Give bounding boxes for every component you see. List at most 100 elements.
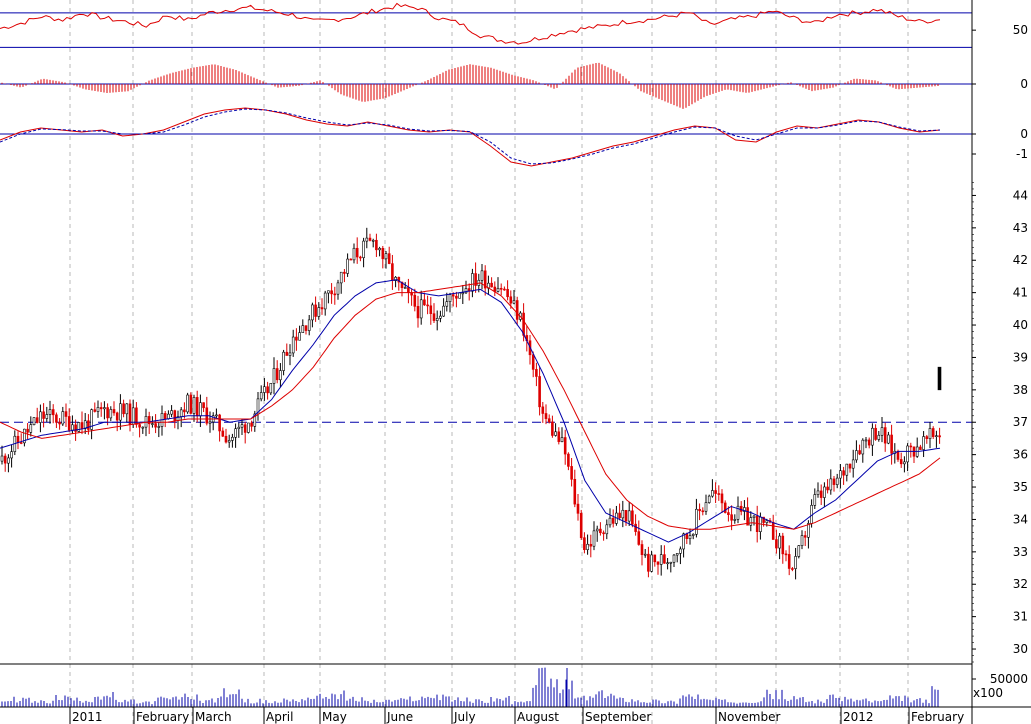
candle-body <box>627 510 631 522</box>
candle-body <box>202 402 205 409</box>
candle-body <box>592 530 596 547</box>
price-tick-label: 43 <box>1013 221 1028 235</box>
candle-body <box>378 248 381 251</box>
price-tick-label: 39 <box>1013 350 1028 364</box>
candle-body <box>106 407 109 419</box>
price-tick-label: 34 <box>1013 512 1028 526</box>
candle-body <box>640 544 644 556</box>
candle-body <box>899 459 903 465</box>
candle-body <box>599 528 602 534</box>
candle-body <box>224 435 228 443</box>
candle-body <box>71 424 74 431</box>
candle-body <box>80 422 84 429</box>
candle-body <box>167 413 170 420</box>
price-tick-label: 31 <box>1013 610 1028 624</box>
candle-body <box>448 294 452 303</box>
stock-chart: 50 0 0 -1 44 43 42 41 40 39 38 37 36 35 34 33 32 31 30 5000… <box>0 0 1031 724</box>
candle-body <box>432 313 436 321</box>
candle-body <box>557 431 561 442</box>
candle-body <box>531 354 535 370</box>
candle-body <box>471 273 474 292</box>
candle-body <box>451 294 455 297</box>
candle-body <box>551 421 554 436</box>
candle-body <box>323 292 327 310</box>
candle-body <box>208 421 212 424</box>
candle-body <box>218 414 221 432</box>
candle-body <box>621 509 625 519</box>
candle-body <box>250 422 253 427</box>
candle-body <box>589 543 593 547</box>
candle-body <box>890 434 893 454</box>
candle-body <box>586 543 589 551</box>
price-tick-label: 35 <box>1013 480 1028 494</box>
candle-body <box>861 439 865 455</box>
candle-body <box>935 435 938 437</box>
macd-tick-label: 0 <box>1020 127 1028 141</box>
candle-body <box>362 240 365 258</box>
candle-body <box>349 258 353 261</box>
candle-body <box>346 258 349 274</box>
candle-body <box>429 305 433 314</box>
candle-body <box>739 505 743 512</box>
candle-body <box>103 407 106 410</box>
candle-body <box>266 386 269 394</box>
candle-body <box>643 553 647 556</box>
candle-body <box>829 478 833 491</box>
candle-body <box>611 517 615 524</box>
candle-body <box>445 301 449 307</box>
candle-body <box>579 513 583 539</box>
candle-body <box>842 470 845 476</box>
candle-body <box>163 413 167 420</box>
candle-body <box>845 463 849 476</box>
candle-body <box>199 402 202 417</box>
candle-body <box>170 410 173 415</box>
candle-body <box>871 427 874 446</box>
candle-body <box>765 520 769 523</box>
candle-body <box>909 445 913 448</box>
candle-body <box>26 428 29 433</box>
candle-body <box>186 394 189 413</box>
candle-body <box>563 437 567 455</box>
candle-body <box>381 248 385 260</box>
candle-body <box>330 290 333 295</box>
candle-body <box>816 490 820 495</box>
candle-body <box>384 253 388 260</box>
candle-body <box>480 270 484 281</box>
candle-body <box>458 292 461 299</box>
candle-body <box>515 300 519 320</box>
candle-body <box>10 451 13 459</box>
macd-tick-label: -1 <box>1016 147 1028 161</box>
volume-tick-label: 50000 <box>990 672 1028 686</box>
candle-body <box>413 294 417 307</box>
candle-body <box>720 493 724 504</box>
candle-body <box>221 430 225 437</box>
candle-body <box>173 410 177 421</box>
candle-body <box>848 463 852 469</box>
candle-body <box>931 428 935 437</box>
candle-body <box>288 352 292 356</box>
candle-body <box>493 286 497 292</box>
candle-body <box>663 554 666 564</box>
candle-body <box>800 535 804 546</box>
candle-body <box>291 336 295 354</box>
candle-body <box>887 434 890 444</box>
candle-body <box>275 368 279 381</box>
candle-body <box>192 397 196 414</box>
candle-body <box>29 424 33 433</box>
candle-body <box>240 424 244 428</box>
candle-body <box>77 422 81 432</box>
candle-body <box>67 416 71 431</box>
candle-body <box>99 407 103 410</box>
x-tick-label: February <box>136 710 189 724</box>
candle-body <box>195 397 199 417</box>
candle-body <box>634 523 637 532</box>
candle-body <box>883 427 887 444</box>
candle-body <box>794 556 797 569</box>
candle-body <box>867 439 871 446</box>
candle-body <box>157 426 161 428</box>
candle-body <box>375 239 378 251</box>
price-tick-label: 41 <box>1013 286 1028 300</box>
histogram-tick-label: 0 <box>1020 77 1028 91</box>
candle-body <box>906 445 909 463</box>
candle-body <box>125 403 129 415</box>
